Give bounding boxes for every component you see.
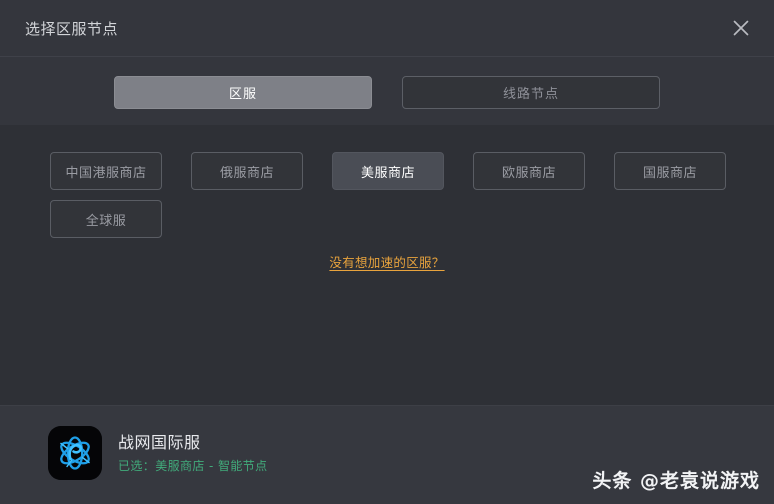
close-button[interactable] — [726, 13, 756, 43]
app-summary-row: 战网国际服 已选：美服商店 - 智能节点 — [48, 426, 268, 480]
region-content-panel: 中国港服商店 俄服商店 美服商店 欧服商店 国服商店 全球服 没有想加速的区服？ — [0, 125, 774, 405]
dialog-titlebar: 选择区服节点 — [0, 0, 774, 57]
region-button-hk-store[interactable]: 中国港服商店 — [50, 152, 162, 190]
app-meta: 战网国际服 已选：美服商店 - 智能节点 — [118, 434, 268, 473]
tab-region[interactable]: 区服 — [114, 76, 372, 109]
region-button-global-store[interactable]: 全球服 — [50, 200, 162, 238]
battlenet-logo-icon — [48, 426, 102, 480]
region-button-us-store[interactable]: 美服商店 — [332, 152, 444, 190]
no-region-help-link[interactable]: 没有想加速的区服？ — [329, 252, 444, 271]
selected-app-footer: 战网国际服 已选：美服商店 - 智能节点 — [0, 405, 774, 504]
dialog-title: 选择区服节点 — [25, 20, 118, 38]
close-icon — [732, 19, 750, 37]
helper-link-row: 没有想加速的区服？ — [0, 252, 774, 271]
region-button-cn-store[interactable]: 国服商店 — [614, 152, 726, 190]
tab-line-node[interactable]: 线路节点 — [402, 76, 660, 109]
tab-bar: 区服 线路节点 — [0, 57, 774, 125]
region-button-ru-store[interactable]: 俄服商店 — [191, 152, 303, 190]
app-name-label: 战网国际服 — [118, 434, 268, 452]
app-selected-status: 已选：美服商店 - 智能节点 — [118, 459, 268, 473]
select-region-node-dialog: 选择区服节点 区服 线路节点 中国港服商店 俄服商店 美服商店 欧服商店 国服商… — [0, 0, 774, 504]
region-button-grid: 中国港服商店 俄服商店 美服商店 欧服商店 国服商店 全球服 — [50, 152, 730, 238]
region-button-eu-store[interactable]: 欧服商店 — [473, 152, 585, 190]
